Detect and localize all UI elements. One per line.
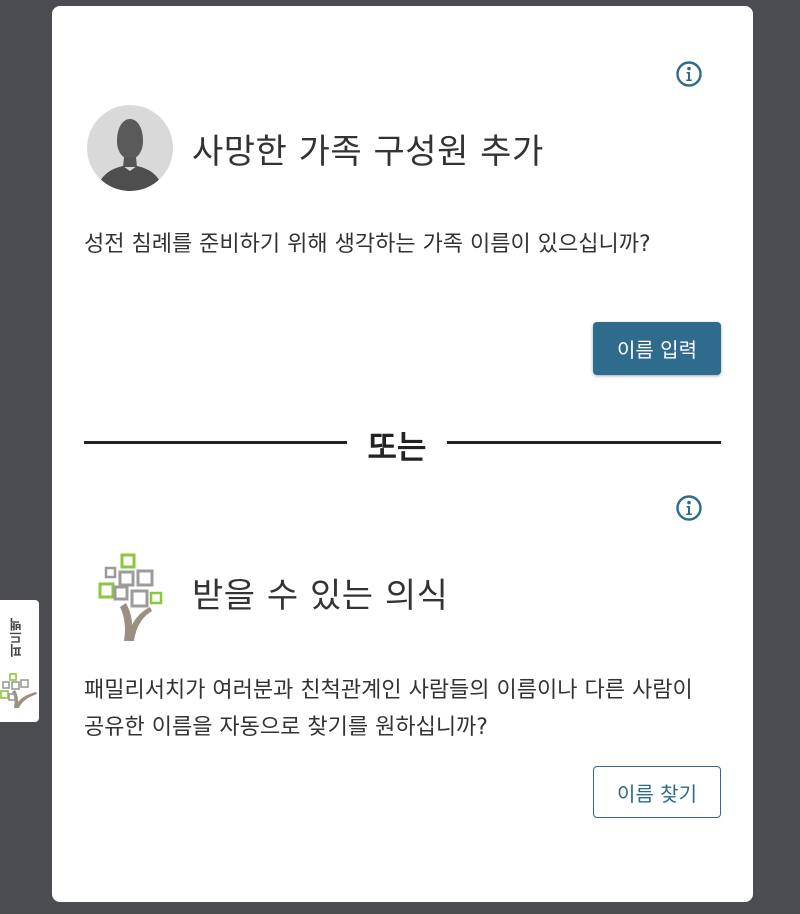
add-family-description: 성전 침례를 준비하기 위해 생각하는 가족 이름이 있으십니까? <box>84 232 651 257</box>
info-icon[interactable] <box>675 60 703 88</box>
person-silhouette-icon <box>87 105 173 191</box>
family-tree-icon <box>0 672 38 708</box>
divider-label: 또는 <box>367 428 427 466</box>
family-tree-icon <box>96 551 166 641</box>
ordinances-card: 사망한 가족 구성원 추가 성전 침례를 준비하기 위해 생각하는 가족 이름이… <box>52 6 753 902</box>
info-icon[interactable] <box>675 494 703 522</box>
divider-line-right <box>447 441 721 444</box>
ordinances-description: 패밀리서치가 여러분과 친척관계인 사람들의 이름이나 다른 사람이 공유한 이… <box>84 678 693 740</box>
feedback-label: 피드백 <box>10 618 25 657</box>
ordinances-title: 받을 수 있는 의식 <box>192 576 449 616</box>
add-family-title: 사망한 가족 구성원 추가 <box>192 132 544 172</box>
enter-name-button[interactable]: 이름 입력 <box>593 322 721 375</box>
find-names-button[interactable]: 이름 찾기 <box>593 766 721 818</box>
divider-line-left <box>84 441 347 444</box>
